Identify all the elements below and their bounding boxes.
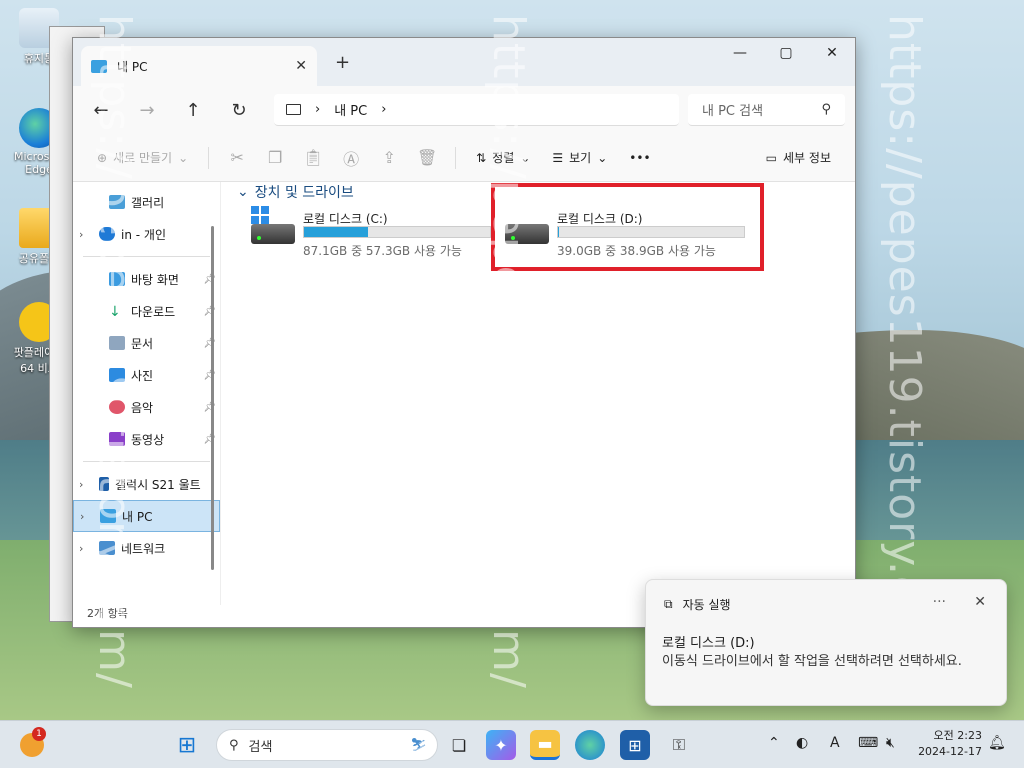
autoplay-notification[interactable]: ⧉ 자동 실행 ··· ✕ 로컬 디스크 (D:) 이동식 드라이브에서 할 작… <box>645 579 1007 706</box>
chevron-down-icon: ⌄ <box>237 184 249 200</box>
search-placeholder: 내 PC 검색 <box>702 104 764 119</box>
notification-badge: 1 <box>32 727 46 741</box>
file-explorer-taskbar-icon[interactable]: ▬ <box>530 730 560 760</box>
hard-drive-icon <box>251 224 295 244</box>
chevron-down-icon: ⌄ <box>178 150 189 165</box>
section-header[interactable]: ⌄ 장치 및 드라이브 <box>237 182 354 202</box>
search-highlight-icon: ⛷︎ <box>410 737 427 753</box>
refresh-icon[interactable]: ↻ <box>219 94 259 126</box>
pc-icon <box>286 104 301 115</box>
pin-icon[interactable]: 📌︎ <box>203 434 216 445</box>
search-icon: ⚲ <box>229 737 239 753</box>
drive-space-info: 87.1GB 중 57.3GB 사용 가능 <box>303 244 462 258</box>
pin-icon[interactable]: 📌︎ <box>203 306 216 317</box>
share-icon[interactable]: ⇪ <box>373 142 405 174</box>
chevron-down-icon: ⌄ <box>597 150 608 165</box>
watermark: https://pepes119.tistory.com/ <box>89 14 140 689</box>
task-view-icon[interactable]: ❏ <box>444 730 474 760</box>
breadcrumb-item[interactable]: 내 PC <box>334 100 367 119</box>
file-explorer-window: 내 PC ✕ + — ▢ ✕ ← → ↑ ↻ › 내 PC › 내 PC 검색 … <box>72 37 856 628</box>
autoplay-icon: ⧉ <box>664 597 673 611</box>
language-icon[interactable]: ⌨ <box>858 735 878 751</box>
rename-icon[interactable]: Ⓐ <box>335 142 367 174</box>
pin-icon[interactable]: 📌︎ <box>203 338 216 349</box>
start-button[interactable]: ⊞ <box>172 730 202 760</box>
cut-icon[interactable]: ✂ <box>221 142 253 174</box>
search-icon: ⚲ <box>821 102 831 117</box>
copilot-icon[interactable]: ✦ <box>486 730 516 760</box>
window-controls: — ▢ ✕ <box>717 38 855 68</box>
pin-icon[interactable]: 📌︎ <box>203 402 216 413</box>
details-pane-icon: ▭ <box>765 150 778 165</box>
close-button[interactable]: ✕ <box>809 38 855 68</box>
more-label: ••• <box>629 150 651 165</box>
drive-usage-fill <box>304 227 368 237</box>
chevron-right-icon[interactable]: › <box>381 102 386 117</box>
toast-more-button[interactable]: ··· <box>933 594 946 610</box>
pin-icon[interactable]: 📌︎ <box>203 274 216 285</box>
view-button[interactable]: ☰ 보기 ⌄ <box>544 142 615 174</box>
divider <box>455 146 457 169</box>
sidebar-scrollbar[interactable] <box>211 226 214 570</box>
view-label: 보기 <box>569 151 592 165</box>
maximize-button[interactable]: ▢ <box>763 38 809 68</box>
edge-taskbar-icon[interactable] <box>575 730 605 760</box>
drive-c[interactable]: 로컬 디스크 (C:) 87.1GB 중 57.3GB 사용 가능 <box>251 206 491 262</box>
network-status-icon[interactable]: ◐ <box>796 735 808 751</box>
ime-icon[interactable]: A <box>830 735 840 751</box>
toast-header: ⧉ 자동 실행 <box>664 596 731 613</box>
section-title: 장치 및 드라이브 <box>254 185 354 201</box>
address-bar[interactable]: › 내 PC › <box>274 94 679 126</box>
drive-usage-bar <box>303 226 491 238</box>
pin-icon[interactable]: 📌︎ <box>203 370 216 381</box>
details-label: 세부 정보 <box>783 151 831 165</box>
copy-icon[interactable]: ❐ <box>259 142 291 174</box>
more-options-button[interactable]: ••• <box>621 142 658 174</box>
taskbar-search[interactable]: ⚲ 검색 ⛷︎ <box>216 729 438 761</box>
toast-app-name: 자동 실행 <box>682 598 731 612</box>
notification-bell-icon[interactable]: 🔔︎ <box>988 735 1006 751</box>
clock[interactable]: 오전 2:23 2024-12-17 <box>918 728 982 760</box>
address-bar-row: ← → ↑ ↻ › 내 PC › 내 PC 검색 ⚲ <box>73 86 855 134</box>
store-icon[interactable]: ⊞ <box>620 730 650 760</box>
toast-message: 이동식 드라이브에서 할 작업을 선택하려면 선택하세요. <box>662 654 962 669</box>
toast-close-button[interactable]: ✕ <box>974 594 986 610</box>
tab-close-icon[interactable]: ✕ <box>295 58 307 74</box>
new-tab-button[interactable]: + <box>335 52 350 73</box>
paste-icon[interactable]: 📋︎ <box>297 142 329 174</box>
details-pane-button[interactable]: ▭ 세부 정보 <box>758 142 839 174</box>
taskbar: ⊞ ⚲ 검색 ⛷︎ ❏ ✦ ▬ ⊞ ⚿ ⌃ ◐ A ⌨ 🔇︎ 오전 2:23 2… <box>0 720 1024 768</box>
clock-date: 2024-12-17 <box>918 745 982 758</box>
search-box[interactable]: 내 PC 검색 ⚲ <box>688 94 845 126</box>
command-bar: ⊕ 새로 만들기 ⌄ ✂ ❐ 📋︎ Ⓐ ⇪ 🗑︎ ⇅ 정렬 ⌄ ☰ 보기 ⌄ ••• ▭ 세부… <box>73 134 855 182</box>
taskbar-search-label: 검색 <box>248 739 273 755</box>
minimize-button[interactable]: — <box>717 38 763 68</box>
up-arrow-icon[interactable]: ↑ <box>173 94 213 126</box>
delete-icon[interactable]: 🗑︎ <box>411 142 443 174</box>
toast-title: 로컬 디스크 (D:) <box>662 636 755 651</box>
chevron-right-icon: › <box>315 102 321 117</box>
drive-name: 로컬 디스크 (C:) <box>303 212 388 226</box>
usb-app-icon[interactable]: ⚿ <box>664 730 694 760</box>
drive-led <box>257 236 261 240</box>
chevron-up-icon[interactable]: ⌃ <box>768 735 780 751</box>
title-bar: 내 PC ✕ + — ▢ ✕ <box>73 38 855 86</box>
divider <box>208 146 210 169</box>
speaker-mute-icon[interactable]: 🔇︎ <box>886 735 895 751</box>
watermark: https://pepes119.tistory.com/ <box>483 14 534 689</box>
clock-time: 오전 2:23 <box>933 729 982 742</box>
view-icon: ☰ <box>552 150 564 165</box>
windows-logo-icon <box>251 206 269 224</box>
